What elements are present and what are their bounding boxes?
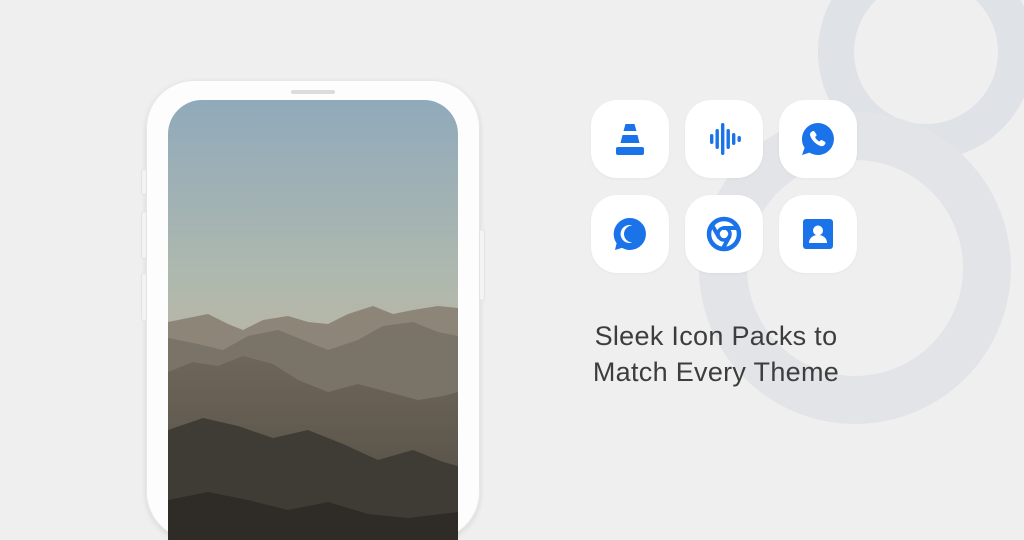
- chrome-icon: [706, 216, 742, 252]
- phone-silent-switch: [142, 170, 146, 194]
- vlc-cone-icon: [616, 124, 644, 155]
- phone-volume-down-button: [142, 274, 146, 320]
- contacts-icon: [803, 219, 833, 249]
- phone-wallpaper: [168, 100, 458, 540]
- phone-volume-up-button: [142, 212, 146, 258]
- phone-mockup: [142, 80, 484, 540]
- messenger-app-icon[interactable]: [591, 195, 669, 273]
- contacts-app-icon[interactable]: [779, 195, 857, 273]
- whatsapp-icon: [801, 122, 834, 155]
- tagline-line-2: Match Every Theme: [592, 357, 840, 387]
- phone-power-button: [480, 230, 484, 300]
- chrome-app-icon[interactable]: [685, 195, 763, 273]
- chat-bubble-icon: [613, 217, 646, 250]
- tagline-line-1: Sleek Icon Packs to: [594, 321, 838, 351]
- sound-wave-icon: [710, 123, 741, 155]
- tagline: Sleek Icon Packs to Match Every Theme: [560, 318, 872, 390]
- icon-pack-grid: [591, 100, 857, 273]
- soundwave-app-icon[interactable]: [685, 100, 763, 178]
- whatsapp-app-icon[interactable]: [779, 100, 857, 178]
- phone-speaker: [291, 90, 335, 94]
- vlc-app-icon[interactable]: [591, 100, 669, 178]
